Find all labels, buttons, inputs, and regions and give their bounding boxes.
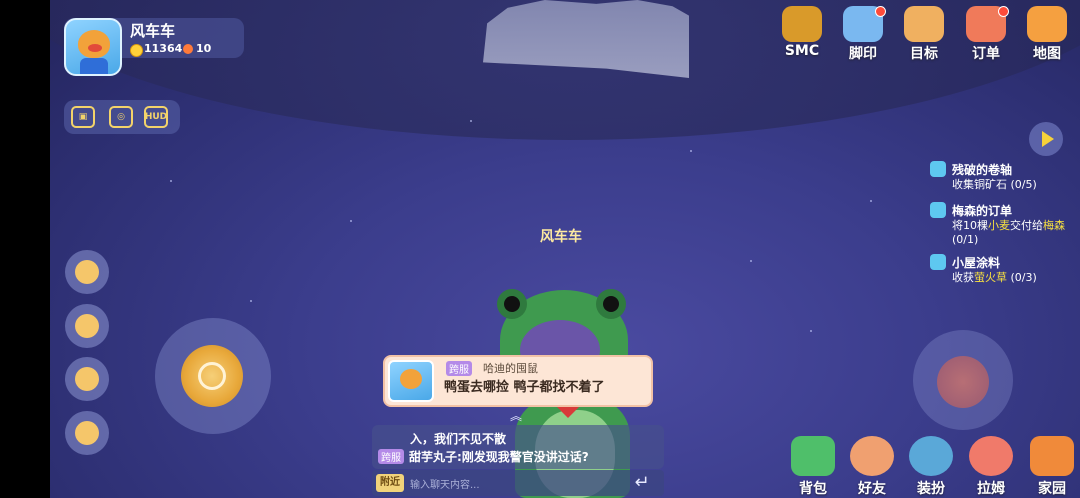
smc-badge-icon: [782, 6, 822, 42]
quest-expand-button[interactable]: [1029, 122, 1063, 156]
target-icon: [75, 421, 99, 445]
camera-icon[interactable]: ▣: [71, 106, 95, 128]
speech-message: 鸭蛋去哪捡 鸭子都找不着了: [444, 380, 605, 395]
scroll-icon: [930, 161, 946, 177]
chat-channel-button[interactable]: 附近: [376, 474, 404, 492]
quest-item[interactable]: 小屋涂料 收获萤火草 (0/3): [930, 254, 1070, 288]
quest-icon: [930, 254, 946, 270]
friends-button[interactable]: 好友: [847, 436, 897, 497]
footprint-button[interactable]: 脚印: [837, 6, 889, 62]
screen-edge: [0, 0, 50, 498]
quest-icon: [930, 202, 946, 218]
interact-button[interactable]: [937, 356, 989, 408]
backpack-icon: [791, 436, 835, 476]
order-button[interactable]: 订单: [960, 6, 1012, 62]
coin-count: 11364: [144, 42, 183, 55]
hud-toggle-button[interactable]: HUD: [144, 106, 168, 128]
gem-count: 10: [196, 42, 212, 55]
chat-line: 甜芋丸子:刚发现我警官没讲过话?: [409, 450, 589, 464]
speaker-avatar[interactable]: [388, 360, 434, 402]
player-avatar[interactable]: [64, 18, 122, 76]
coin-icon: [130, 44, 143, 57]
gingerbread-icon: [75, 367, 99, 391]
home-button[interactable]: 家园: [1027, 436, 1077, 497]
player-name: 风车车: [130, 22, 176, 40]
send-icon[interactable]: ↵: [624, 472, 660, 496]
focus-icon[interactable]: ◎: [109, 106, 133, 128]
chevron-up-icon[interactable]: ︽: [510, 407, 522, 424]
scooter-icon: [75, 260, 99, 284]
chat-line: 入，我们不见不散: [410, 432, 507, 446]
map-button[interactable]: 地图: [1021, 6, 1073, 62]
cross-server-tag: 跨服: [378, 449, 404, 464]
castle-map-icon: [1027, 6, 1067, 42]
lamu-button[interactable]: 拉姆: [966, 436, 1016, 497]
bag-button[interactable]: 背包: [788, 436, 838, 497]
chat-placeholder: 输入聊天内容...: [410, 480, 480, 491]
joystick-center: [198, 362, 226, 390]
scooter-button[interactable]: [65, 250, 109, 294]
quest-item[interactable]: 梅森的订单 将10棵小麦交付给梅森 (0/1): [930, 202, 1070, 248]
quest-item[interactable]: 残破的卷轴 收集铜矿石 (0/5): [930, 161, 1070, 195]
goal-book-icon: [904, 6, 944, 42]
home-icon: [1030, 436, 1074, 476]
friends-icon: [850, 436, 894, 476]
cross-server-tag: 跨服: [446, 361, 472, 376]
face-icon: [75, 314, 99, 338]
action-button[interactable]: [65, 357, 109, 401]
speaker-name: 哈迪的囤鼠: [483, 362, 538, 375]
smc-button[interactable]: SMC: [776, 6, 828, 62]
dressup-button[interactable]: 装扮: [906, 436, 956, 497]
target-button[interactable]: [65, 411, 109, 455]
emote-button[interactable]: [65, 304, 109, 348]
goal-button[interactable]: 目标: [898, 6, 950, 62]
lamu-pet-icon: [969, 436, 1013, 476]
dressup-icon: [909, 436, 953, 476]
character-name: 风车车: [540, 229, 582, 245]
gem-icon: [183, 44, 193, 54]
